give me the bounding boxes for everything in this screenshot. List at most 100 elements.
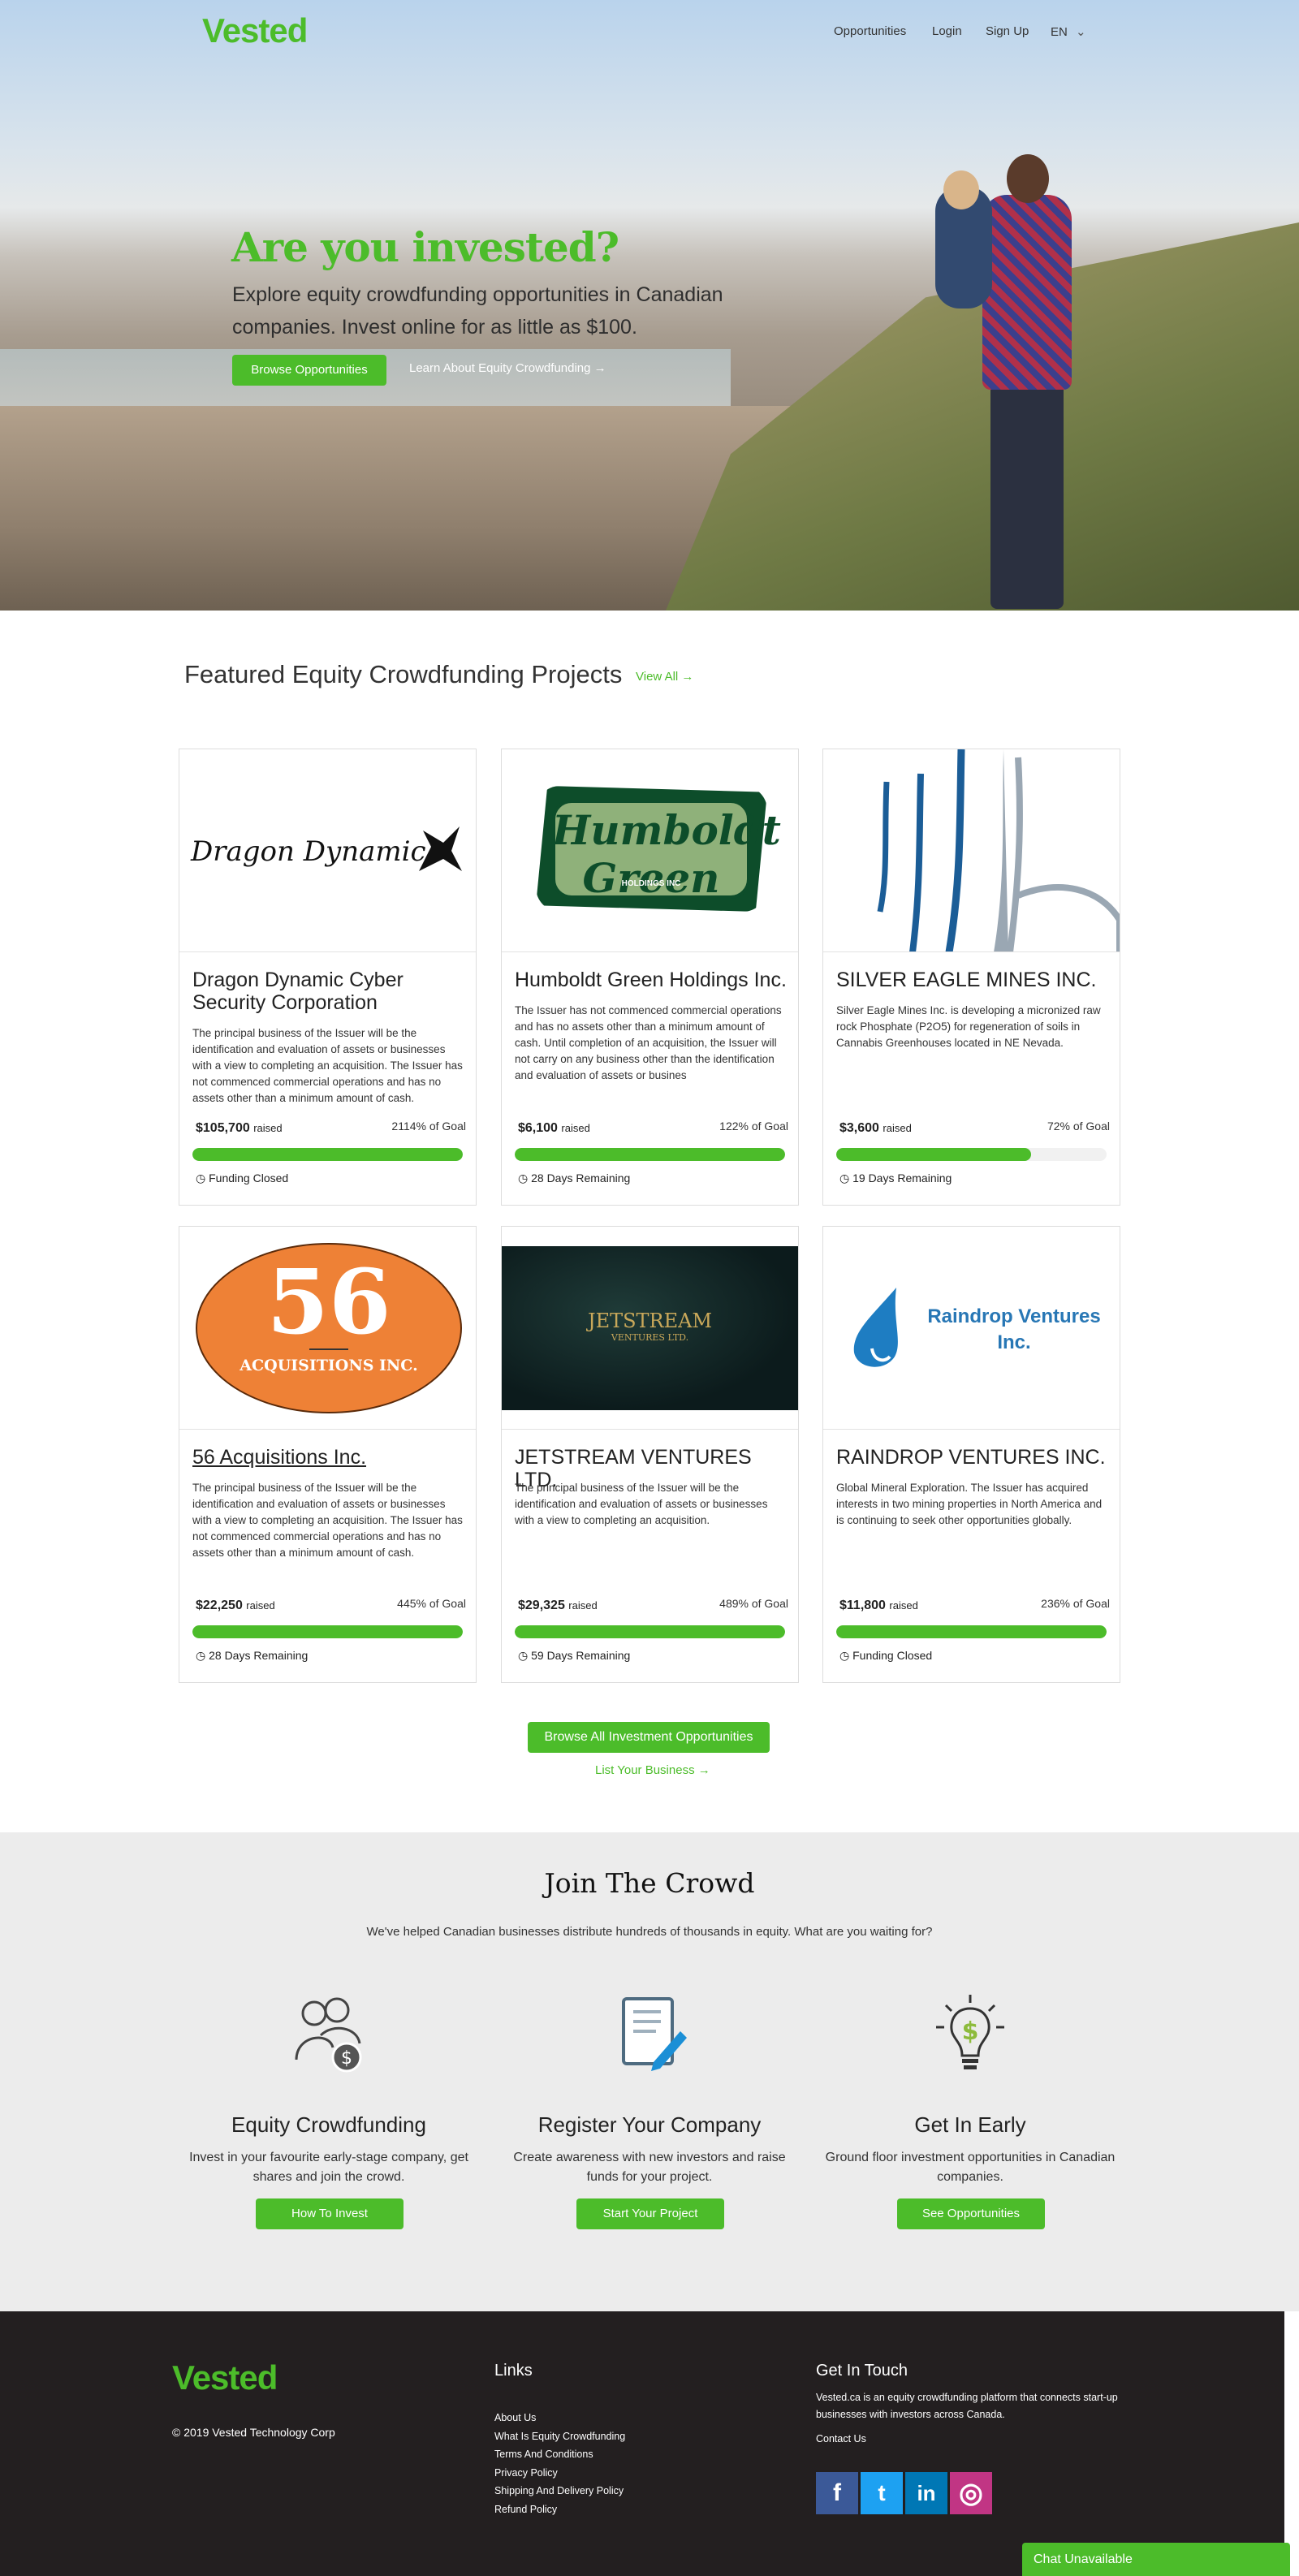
join-lead: We've helped Canadian businesses distrib…	[366, 1925, 933, 1939]
links-heading: Links	[494, 2362, 533, 2380]
progress-bar	[192, 1625, 463, 1638]
project-name[interactable]: RAINDROP VENTURES INC.	[836, 1446, 1108, 1469]
raised-amount: $3,600 raised	[839, 1121, 912, 1135]
dragon-icon	[419, 826, 462, 871]
project-name[interactable]: 56 Acquisitions Inc.	[192, 1446, 464, 1469]
project-card[interactable]: Raindrop Ventures Inc. RAINDROP VENTURES…	[822, 1226, 1120, 1683]
linkedin-icon[interactable]: in	[905, 2472, 947, 2514]
featured-title: Featured Equity Crowdfunding Projects	[184, 660, 623, 688]
project-name[interactable]: SILVER EAGLE MINES INC.	[836, 969, 1108, 991]
contact-heading: Get In Touch	[816, 2362, 908, 2380]
contact-text: Vested.ca is an equity crowdfunding plat…	[816, 2392, 1118, 2420]
logo-subtext: ACQUISITIONS INC.	[240, 1357, 418, 1374]
project-logo	[823, 749, 1120, 952]
project-card[interactable]: Humboldt Green HOLDINGS INC Humboldt Gre…	[501, 749, 799, 1206]
project-status: ◷ Funding Closed	[196, 1171, 289, 1184]
feature-title: Get In Early	[914, 2112, 1026, 2137]
raindrop-icon	[853, 1288, 898, 1367]
feature-title: Register Your Company	[537, 2112, 762, 2137]
feature-description: Invest in your favourite early-stage com…	[189, 2151, 468, 2184]
see-opportunities-button[interactable]: See Opportunities	[897, 2198, 1045, 2229]
list-your-business-link[interactable]: List Your Business →	[595, 1763, 710, 1777]
lightbulb-dollar-icon: $	[936, 1995, 1004, 2069]
chat-widget[interactable]: Chat Unavailable	[1022, 2543, 1290, 2576]
project-status: ◷ 28 Days Remaining	[518, 1171, 631, 1184]
project-description: The principal business of the Issuer wil…	[192, 1482, 463, 1559]
nav-login[interactable]: Login	[932, 24, 962, 38]
goal-percent: 2114% of Goal	[391, 1120, 466, 1133]
logo-text: 56	[266, 1249, 391, 1354]
progress-bar	[192, 1148, 463, 1161]
svg-text:$: $	[341, 2048, 352, 2069]
clock-icon: ◷	[839, 1649, 850, 1662]
project-status: ◷ 59 Days Remaining	[518, 1649, 631, 1662]
hero-title: Are you invested?	[231, 223, 619, 271]
start-your-project-button[interactable]: Start Your Project	[576, 2198, 724, 2229]
project-description: The Issuer has not commenced commercial …	[515, 1004, 782, 1081]
footer-link-about[interactable]: About Us	[494, 2412, 536, 2423]
progress-bar	[515, 1625, 785, 1638]
feature-description: Create awareness with new investors and …	[513, 2151, 786, 2184]
clock-icon: ◷	[196, 1171, 206, 1184]
project-logo: Raindrop Ventures Inc.	[823, 1227, 1120, 1430]
nav-opportunities[interactable]: Opportunities	[834, 24, 906, 38]
footer: Vested © 2019 Vested Technology Corp Lin…	[0, 2311, 1284, 2576]
project-description: Silver Eagle Mines Inc. is developing a …	[836, 1004, 1101, 1049]
language-label: EN	[1051, 25, 1068, 39]
footer-link-privacy[interactable]: Privacy Policy	[494, 2467, 558, 2479]
raised-amount: $29,325 raised	[518, 1599, 598, 1612]
contact-us-link[interactable]: Contact Us	[816, 2433, 866, 2444]
project-logo: JETSTREAM VENTURES LTD.	[502, 1227, 798, 1430]
feature-title: Equity Crowdfunding	[231, 2112, 426, 2137]
crowd-dollar-icon: $	[295, 1997, 362, 2073]
project-logo: Humboldt Green HOLDINGS INC	[502, 749, 798, 952]
footer-link-what-is-equity[interactable]: What Is Equity Crowdfunding	[494, 2431, 625, 2442]
goal-percent: 236% of Goal	[1041, 1597, 1110, 1610]
project-description: The principal business of the Issuer wil…	[515, 1482, 768, 1526]
footer-link-refund[interactable]: Refund Policy	[494, 2504, 557, 2515]
copyright: © 2019 Vested Technology Corp	[172, 2426, 335, 2439]
raised-amount: $6,100 raised	[518, 1121, 590, 1135]
project-card[interactable]: Dragon Dynamic Dragon Dynamic Cyber Secu…	[179, 749, 477, 1206]
project-card[interactable]: 56 ACQUISITIONS INC. 56 Acquisitions Inc…	[179, 1226, 477, 1683]
svg-text:$: $	[962, 2017, 979, 2046]
footer-logo[interactable]: Vested	[172, 2358, 278, 2397]
logo-subtext: HOLDINGS INC	[621, 879, 681, 888]
nav-language[interactable]: EN ⌄	[1051, 24, 1086, 39]
project-name[interactable]: Humboldt Green Holdings Inc.	[515, 969, 787, 991]
footer-links: About Us What Is Equity Crowdfunding Ter…	[494, 2409, 625, 2518]
feature-description: Ground floor investment opportunities in…	[825, 2151, 1116, 2184]
browse-all-opportunities-button[interactable]: Browse All Investment Opportunities	[528, 1722, 770, 1753]
goal-percent: 489% of Goal	[719, 1597, 788, 1610]
learn-equity-crowdfunding-link[interactable]: Learn About Equity Crowdfunding →	[409, 361, 606, 375]
footer-link-shipping[interactable]: Shipping And Delivery Policy	[494, 2485, 624, 2496]
facebook-icon[interactable]: f	[816, 2472, 858, 2514]
project-name[interactable]: Dragon Dynamic Cyber Security Corporatio…	[192, 969, 464, 1014]
project-logo: Dragon Dynamic	[179, 749, 476, 952]
nav-signup[interactable]: Sign Up	[986, 24, 1029, 38]
browse-opportunities-button[interactable]: Browse Opportunities	[232, 355, 386, 386]
hero-person-image	[926, 154, 1120, 609]
site-logo[interactable]: Vested	[202, 11, 308, 50]
logo-subtext: VENTURES LTD.	[611, 1332, 689, 1343]
goal-percent: 72% of Goal	[1047, 1120, 1110, 1133]
raised-amount: $22,250 raised	[196, 1599, 275, 1612]
twitter-icon[interactable]: t	[861, 2472, 903, 2514]
raised-amount: $105,700 raised	[196, 1121, 283, 1135]
logo-subtext: Inc.	[997, 1331, 1031, 1353]
clock-icon: ◷	[839, 1171, 850, 1184]
project-status: ◷ 28 Days Remaining	[196, 1649, 309, 1662]
clock-icon: ◷	[518, 1171, 529, 1184]
view-all-link[interactable]: View All →	[636, 670, 693, 684]
project-description: The principal business of the Issuer wil…	[192, 1027, 463, 1104]
hero-subtitle: Explore equity crowdfunding opportunitie…	[232, 283, 723, 339]
logo-text: Raindrop Ventures	[927, 1305, 1101, 1327]
project-card[interactable]: JETSTREAM VENTURES LTD. JETSTREAM VENTUR…	[501, 1226, 799, 1683]
instagram-icon[interactable]: ◎	[950, 2472, 992, 2514]
clock-icon: ◷	[518, 1649, 529, 1662]
how-to-invest-button[interactable]: How To Invest	[256, 2198, 404, 2229]
footer-link-terms[interactable]: Terms And Conditions	[494, 2449, 593, 2460]
goal-percent: 445% of Goal	[397, 1597, 466, 1610]
project-card[interactable]: SILVER EAGLE MINES INC. Silver Eagle Min…	[822, 749, 1120, 1206]
project-status: ◷ Funding Closed	[839, 1649, 933, 1662]
